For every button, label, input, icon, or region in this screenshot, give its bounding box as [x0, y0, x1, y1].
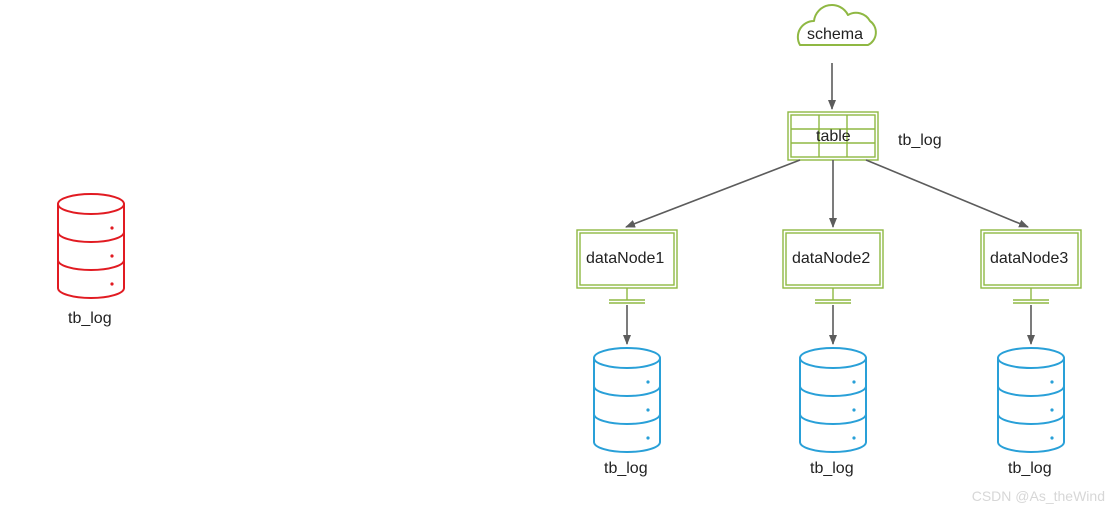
arrow-table-dn3 [866, 160, 1028, 227]
db3-label: tb_log [1008, 460, 1052, 478]
watermark-text: CSDN @As_theWind [972, 488, 1105, 504]
left-db-label: tb_log [68, 310, 112, 328]
db2-cylinder-icon [800, 348, 866, 452]
diagram-canvas [0, 0, 1111, 510]
db2-label: tb_log [810, 460, 854, 478]
schema-label: schema [807, 26, 863, 44]
datanode1-label: dataNode1 [586, 250, 664, 268]
left-db-cylinder-icon [58, 194, 124, 298]
datanode3-label: dataNode3 [990, 250, 1068, 268]
arrow-table-dn1 [626, 160, 800, 227]
table-label: table [816, 128, 851, 146]
table-side-label: tb_log [898, 132, 942, 150]
db3-cylinder-icon [998, 348, 1064, 452]
db1-cylinder-icon [594, 348, 660, 452]
db1-label: tb_log [604, 460, 648, 478]
datanode2-label: dataNode2 [792, 250, 870, 268]
